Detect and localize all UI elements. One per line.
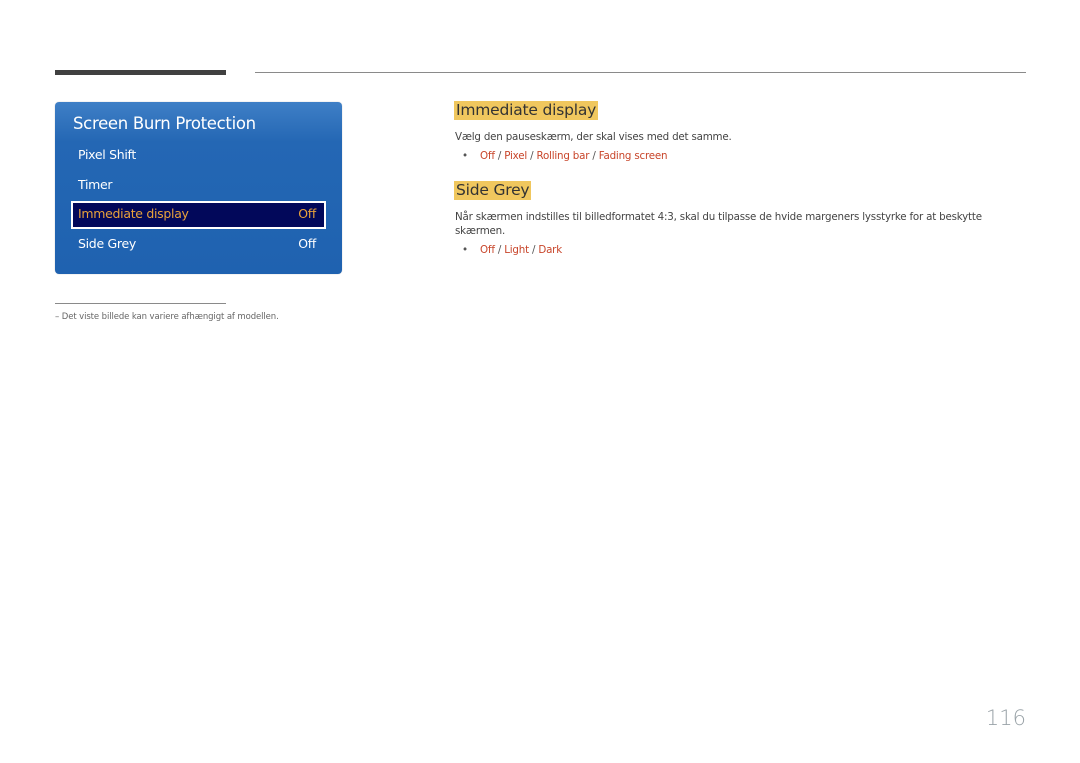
menu-title: Screen Burn Protection <box>73 114 256 133</box>
section-description: Når skærmen indstilles til billedformate… <box>455 211 982 237</box>
option: Light <box>504 244 529 256</box>
separator: / <box>497 244 502 256</box>
menu-item-label: Side Grey <box>78 236 136 251</box>
option: Fading screen <box>598 150 668 162</box>
options-list: • Off / Light / Dark <box>462 244 562 256</box>
section-heading-side-grey: Side Grey <box>454 181 532 200</box>
menu-item-label: Pixel Shift <box>78 147 136 162</box>
bullet: • <box>462 150 468 162</box>
footnote: – Det viste billede kan variere afhængig… <box>55 312 279 322</box>
option: Off <box>480 244 495 256</box>
menu-item-value: Off <box>298 236 316 251</box>
separator: / <box>592 150 596 162</box>
separator: / <box>530 150 534 162</box>
page-number: 116 <box>985 706 1026 730</box>
option: Rolling bar <box>536 150 590 162</box>
header-bar-thick <box>55 70 226 75</box>
bullet: • <box>462 244 468 256</box>
menu-item-timer[interactable]: Timer <box>71 172 326 198</box>
section-description: Vælg den pauseskærm, der skal vises med … <box>455 131 732 143</box>
menu-item-side-grey[interactable]: Side Grey Off <box>71 231 326 257</box>
menu-item-label: Timer <box>78 177 113 192</box>
separator: / <box>497 150 502 162</box>
menu-item-pixel-shift[interactable]: Pixel Shift <box>71 142 326 168</box>
separator: / <box>531 244 536 256</box>
option: Pixel <box>504 150 528 162</box>
option: Dark <box>538 244 562 256</box>
menu-item-immediate-display[interactable]: Immediate display Off <box>71 201 326 229</box>
screen-burn-protection-menu: Screen Burn Protection Pixel Shift Timer… <box>55 102 342 274</box>
menu-item-value: Off <box>298 206 316 221</box>
section-heading-immediate-display: Immediate display <box>454 101 599 120</box>
header-bar-thin <box>255 72 1026 73</box>
options-list: • Off / Pixel / Rolling bar / Fading scre… <box>462 150 668 162</box>
footnote-divider <box>55 303 226 304</box>
option: Off <box>480 150 495 162</box>
menu-item-label: Immediate display <box>78 206 189 221</box>
